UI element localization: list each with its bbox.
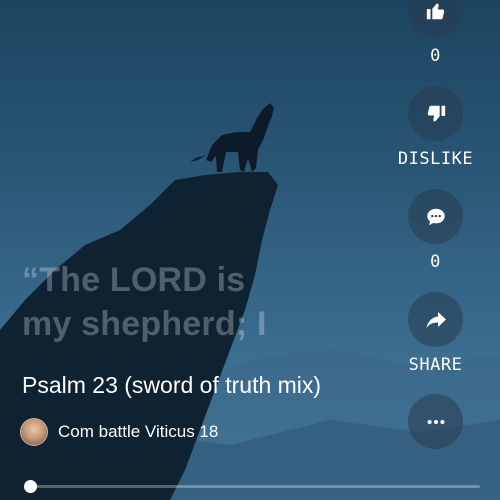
quote-overlay: “The LORD is my shepherd; I	[22, 258, 322, 346]
thumbs-down-icon	[427, 105, 445, 121]
video-player[interactable]: “The LORD is my shepherd; I Psalm 23 (sw…	[0, 0, 500, 500]
comment-button[interactable]	[408, 189, 463, 244]
wolf-silhouette	[190, 103, 274, 172]
dislike-label: DISLIKE	[397, 149, 474, 169]
share-arrow-icon	[426, 311, 446, 328]
quote-line-1: “The LORD is	[22, 261, 246, 299]
share-label: SHARE	[408, 355, 463, 375]
quote-line-2: my shepherd; I	[22, 305, 267, 343]
progress-bar[interactable]	[24, 480, 480, 493]
comment-count: 0	[430, 252, 441, 272]
more-button[interactable]	[408, 394, 463, 449]
channel-name[interactable]: Com battle Viticus 18	[58, 422, 218, 442]
comment-icon	[426, 208, 445, 225]
progress-thumb[interactable]	[24, 480, 37, 493]
dislike-button[interactable]	[408, 86, 463, 141]
more-dots-icon	[427, 419, 444, 424]
video-title[interactable]: Psalm 23 (sword of truth mix)	[22, 372, 321, 399]
share-button[interactable]	[408, 292, 463, 347]
channel-info[interactable]: Com battle Viticus 18	[20, 418, 218, 446]
like-count: 0	[430, 46, 441, 66]
avatar[interactable]	[20, 418, 48, 446]
thumbs-up-icon	[426, 3, 444, 19]
